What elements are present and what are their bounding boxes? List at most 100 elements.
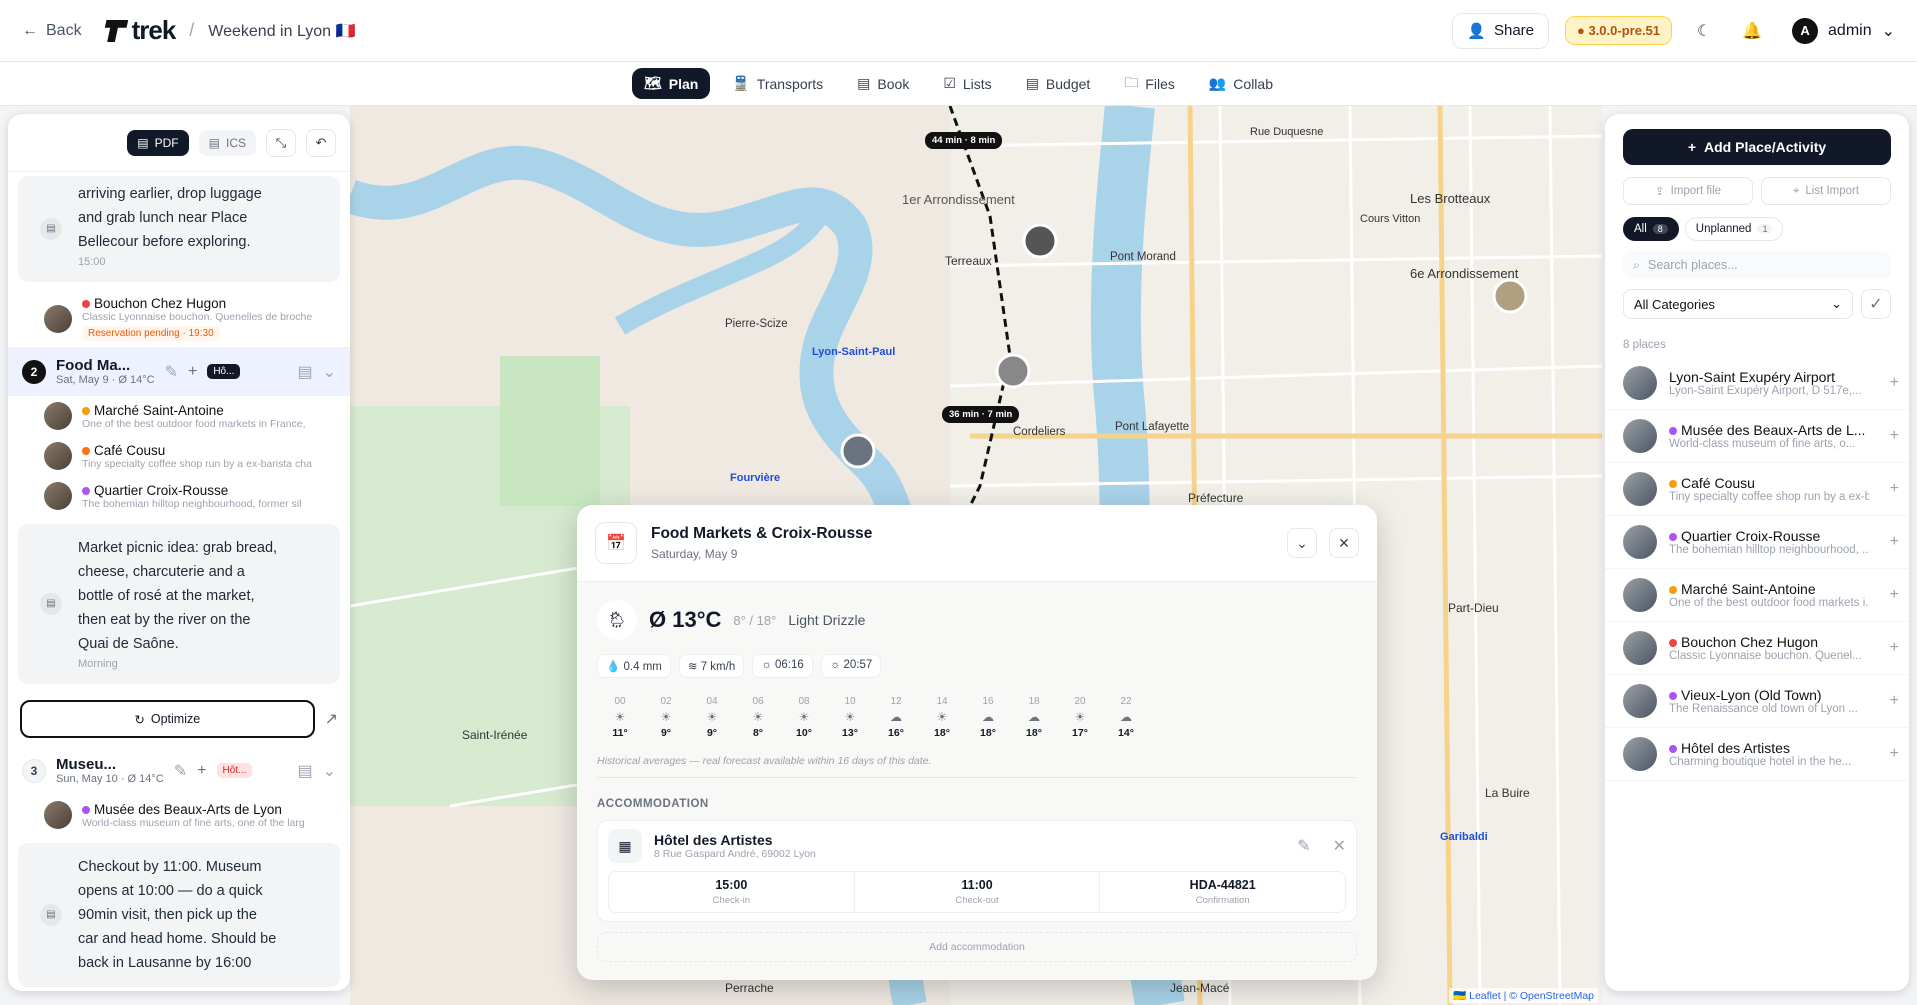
place-photo — [1623, 631, 1657, 665]
optimize-button[interactable]: ↻ Optimize — [20, 700, 315, 738]
day-note[interactable]: ▤ Checkout by 11:00. Museum opens at 10:… — [18, 843, 340, 987]
tab-icon: 🗀 — [1124, 73, 1139, 90]
export-ics-button[interactable]: ▤ ICS — [198, 129, 256, 156]
list-item[interactable]: Musée des Beaux-Arts de Lyon World-class… — [8, 795, 350, 835]
close-icon[interactable]: ✕ — [1333, 836, 1346, 856]
note-icon[interactable]: ▤ — [297, 362, 312, 382]
filter-all[interactable]: All 8 — [1623, 217, 1679, 241]
add-place-button[interactable]: + Add Place/Activity — [1623, 129, 1891, 165]
tab-bar: 🗺 Plan 🚆 Transports ▤ Book ☑ Lists ▤ Budget 🗀 Files… — [0, 62, 1917, 106]
edit-icon[interactable]: ✎ — [1297, 836, 1310, 856]
pin-icon — [1669, 427, 1677, 435]
weather-icon: ☁ — [1028, 710, 1040, 724]
dark-mode-icon[interactable]: ☾ — [1688, 15, 1720, 47]
tab-icon: 🗺 — [643, 75, 662, 91]
hotel-icon: ▦ — [608, 829, 642, 863]
external-link-icon[interactable]: ↗ — [325, 709, 338, 729]
map-label: Rue Duquesne — [1250, 126, 1324, 138]
tab-transports[interactable]: 🚆 Transports — [720, 68, 835, 99]
tab-icon: ☑ — [943, 75, 956, 91]
list-item[interactable]: Quartier Croix-Rousse The bohemian hillto… — [8, 476, 350, 516]
day-header[interactable]: 3 Museu... Sun, May 10 · Ø 14°C ✎ + Hôt..… — [8, 746, 350, 795]
add-to-day-icon[interactable]: + — [1890, 745, 1899, 763]
close-button[interactable]: ✕ — [1329, 528, 1359, 558]
add-accommodation-button[interactable]: Add accommodation — [597, 932, 1357, 962]
map-label: Jean-Macé — [1170, 981, 1230, 995]
user-menu[interactable]: Aadmin ⌄ — [1792, 17, 1895, 44]
search-icon: ⌕ — [1633, 257, 1641, 272]
list-import-button[interactable]: ⌖ List Import — [1761, 177, 1891, 205]
tab-collab[interactable]: 👥 Collab — [1197, 68, 1285, 99]
edit-icon[interactable]: ✎ — [165, 362, 178, 382]
export-pdf-button[interactable]: ▤ PDF — [127, 129, 189, 156]
add-to-day-icon[interactable]: + — [1890, 692, 1899, 710]
note-icon[interactable]: ▤ — [297, 761, 312, 781]
add-icon[interactable]: + — [197, 762, 206, 780]
collapse-all-button[interactable]: ⤡ — [266, 128, 296, 157]
category-select[interactable]: All Categories ⌄ — [1623, 289, 1853, 319]
chevron-down-icon[interactable]: ⌄ — [323, 362, 336, 382]
edit-icon[interactable]: ✎ — [174, 761, 187, 781]
add-icon[interactable]: + — [188, 363, 197, 381]
place-row[interactable]: Musée des Beaux-Arts de L... World-class … — [1605, 410, 1909, 463]
sunrise-stat: ☼ 06:16 — [752, 654, 813, 678]
day-detail-popup: 📅 Food Markets & Croix-Rousse Saturday, M… — [577, 505, 1377, 980]
select-all-button[interactable]: ✓ — [1861, 289, 1891, 319]
note-icon: ▤ — [40, 593, 62, 615]
day-note[interactable]: ▤ arriving earlier, drop luggage and gra… — [18, 176, 340, 282]
back-button[interactable]: ← Back — [22, 22, 82, 40]
list-item[interactable]: Café Cousu Tiny specialty coffee shop run… — [8, 436, 350, 476]
chevron-down-icon[interactable]: ⌄ — [323, 761, 336, 781]
popup-title: Food Markets & Croix-Rousse — [651, 525, 873, 542]
app-root: ← Back trek / Weekend in Lyon 🇫🇷 👤 Share ●… — [0, 0, 1917, 1005]
upload-icon: ⇪ — [1654, 186, 1665, 198]
day-note[interactable]: ▤ Market picnic idea: grab bread, cheese… — [18, 524, 340, 684]
add-to-day-icon[interactable]: + — [1890, 374, 1899, 392]
tab-plan[interactable]: 🗺 Plan — [631, 68, 711, 99]
place-row[interactable]: Lyon-Saint Exupéry Airport Lyon-Saint Exu… — [1605, 357, 1909, 410]
place-row[interactable]: Hôtel des Artistes Charming boutique hote… — [1605, 728, 1909, 781]
hourly-forecast: 00 ☀ 11° 02 ☀ 9° 04 ☀ 9° 06 ☀ 8° 08 ☀ 10° 10 ☀ 13° 12 ☁ 16° 1… — [597, 696, 1357, 739]
add-to-day-icon[interactable]: + — [1890, 586, 1899, 604]
place-photo — [44, 442, 72, 470]
add-to-day-icon[interactable]: + — [1890, 480, 1899, 498]
add-to-day-icon[interactable]: + — [1890, 533, 1899, 551]
arrow-left-icon: ← — [22, 21, 38, 39]
place-row[interactable]: Vieux-Lyon (Old Town) The Renaissance old… — [1605, 675, 1909, 728]
undo-button[interactable]: ↶ — [306, 128, 336, 157]
map-label: Cours Vitton — [1360, 213, 1421, 225]
map-label: Pont Morand — [1110, 251, 1176, 263]
list-item[interactable]: Marché Saint-Antoine One of the best outd… — [8, 396, 350, 436]
place-row[interactable]: Café Cousu Tiny specialty coffee shop run… — [1605, 463, 1909, 516]
place-row[interactable]: Bouchon Chez Hugon Classic Lyonnaise bouc… — [1605, 622, 1909, 675]
import-file-button[interactable]: ⇪ Import file — [1623, 177, 1753, 205]
tab-budget[interactable]: ▤ Budget — [1014, 68, 1103, 99]
hour-forecast: 22 ☁ 14° — [1103, 696, 1149, 739]
pin-icon — [82, 805, 90, 814]
chevron-down-icon: ⌄ — [1831, 296, 1842, 311]
map-attribution[interactable]: 🇺🇦 Leaflet | © OpenStreetMap — [1449, 988, 1598, 1003]
tab-book[interactable]: ▤ Book — [845, 68, 921, 99]
route-duration-tag: 36 min · 7 min — [942, 406, 1020, 423]
add-to-day-icon[interactable]: + — [1890, 639, 1899, 657]
day-header[interactable]: 2 Food Ma... Sat, May 9 · Ø 14°C ✎ + Hô..… — [8, 347, 350, 396]
place-row[interactable]: Marché Saint-Antoine One of the best outd… — [1605, 569, 1909, 622]
list-item[interactable]: Bouchon Chez Hugon Classic Lyonnaise bou… — [8, 290, 350, 347]
add-to-day-icon[interactable]: + — [1890, 427, 1899, 445]
hotel-badge: Hô... — [207, 364, 241, 379]
notification-bell-icon[interactable]: 🔔 — [1736, 15, 1768, 47]
accommodation-card[interactable]: ▦ Hôtel des Artistes 8 Rue Gaspard André,… — [597, 820, 1357, 922]
trek-logo[interactable]: trek — [104, 15, 176, 46]
place-photo — [1623, 578, 1657, 612]
share-button[interactable]: 👤 Share — [1452, 12, 1549, 49]
tab-files[interactable]: 🗀 Files — [1112, 65, 1187, 103]
version-badge[interactable]: ● 3.0.0-pre.51 — [1565, 16, 1673, 45]
filter-unplanned[interactable]: Unplanned 1 — [1684, 217, 1784, 241]
hour-forecast: 00 ☀ 11° — [597, 696, 643, 739]
search-input[interactable]: ⌕ Search places... — [1623, 251, 1891, 279]
collapse-button[interactable]: ⌄ — [1287, 528, 1317, 558]
close-icon: ✕ — [1338, 534, 1350, 551]
tab-icon: ▤ — [857, 75, 871, 91]
tab-lists[interactable]: ☑ Lists — [931, 68, 1003, 99]
place-row[interactable]: Quartier Croix-Rousse The bohemian hillto… — [1605, 516, 1909, 569]
